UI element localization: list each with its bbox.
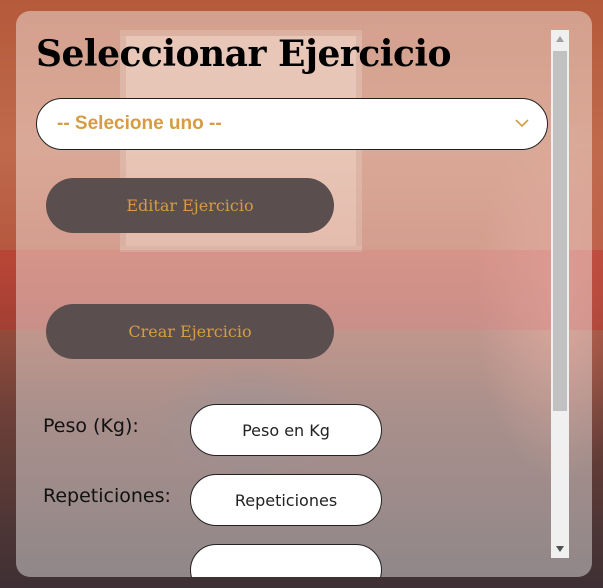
weight-label: Peso (Kg):: [43, 415, 139, 437]
page-title: Seleccionar Ejercicio: [36, 33, 452, 75]
scroll-up-icon[interactable]: [551, 30, 569, 48]
repetitions-label: Repeticiones:: [43, 485, 171, 507]
repetitions-input[interactable]: Repeticiones: [190, 474, 382, 526]
create-exercise-button[interactable]: Crear Ejercicio: [46, 304, 334, 359]
vertical-scrollbar[interactable]: [551, 30, 569, 558]
edit-exercise-button[interactable]: Editar Ejercicio: [46, 178, 334, 233]
scroll-down-icon[interactable]: [551, 540, 569, 558]
next-input[interactable]: [190, 544, 382, 577]
exercise-panel: Seleccionar Ejercicio -- Selecione uno -…: [16, 11, 592, 577]
exercise-select-value: -- Selecione uno --: [57, 113, 222, 134]
panel-content: Seleccionar Ejercicio -- Selecione uno -…: [16, 11, 550, 577]
chevron-down-icon: [515, 119, 529, 128]
weight-input[interactable]: Peso en Kg: [190, 404, 382, 456]
exercise-select[interactable]: -- Selecione uno --: [36, 98, 548, 150]
scrollbar-thumb[interactable]: [553, 51, 567, 411]
